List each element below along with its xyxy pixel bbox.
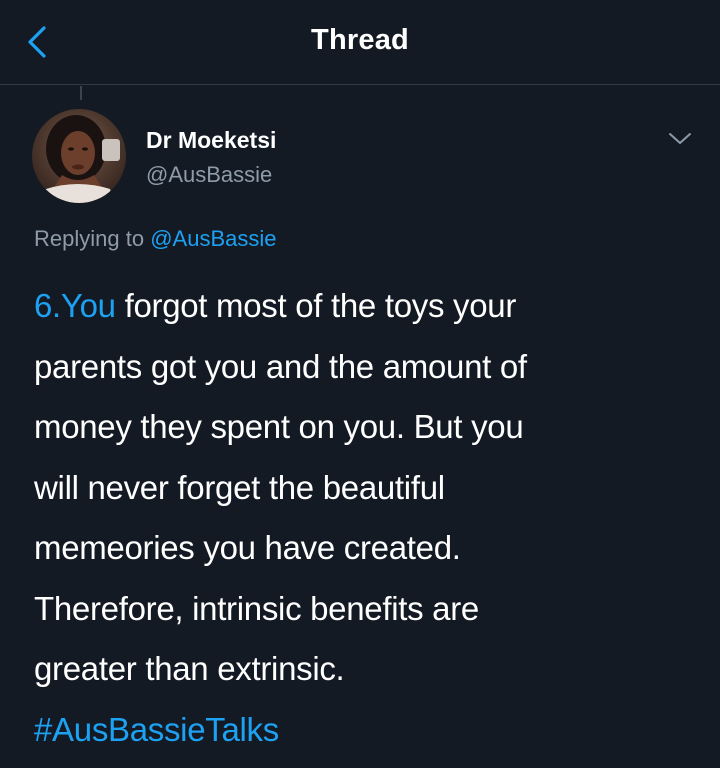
tweet-menu-button[interactable]	[666, 127, 694, 149]
tweet-line-text: forgot most of the toys your	[115, 287, 517, 324]
replying-to: Replying to @AusBassie	[34, 226, 276, 252]
author-name[interactable]: Dr Moeketsi	[146, 127, 276, 154]
thread-connector-line	[80, 86, 82, 100]
tweet-text: 6.You forgot most of the toys your paren…	[34, 276, 694, 760]
tweet-number-link[interactable]: 6.You	[34, 287, 116, 324]
tweet-line: 6.You forgot most of the toys your	[34, 276, 694, 337]
tweet-line: Therefore, intrinsic benefits are	[34, 589, 479, 627]
header-bar: Thread	[0, 0, 720, 85]
avatar-image	[32, 109, 126, 203]
tweet-line: money they spent on you. But you	[34, 408, 524, 445]
chevron-down-icon	[669, 133, 691, 144]
tweet-line: memeories you have created.	[34, 529, 461, 566]
replying-to-label: Replying to	[34, 226, 145, 251]
author-handle[interactable]: @AusBassie	[146, 162, 272, 188]
tweet-line: parents got you and the amount of	[34, 347, 527, 385]
avatar[interactable]	[32, 109, 126, 203]
hashtag-link[interactable]: #AusBassieTalks	[34, 700, 694, 761]
tweet-thread-screen: Thread Dr Moeketsi @AusBassie Replying t…	[0, 0, 720, 768]
tweet-line: will never forget the beautiful	[34, 468, 445, 506]
page-title: Thread	[311, 24, 409, 56]
reply-mention-link[interactable]: @AusBassie	[150, 226, 276, 251]
tweet-line: greater than extrinsic.	[34, 650, 345, 687]
